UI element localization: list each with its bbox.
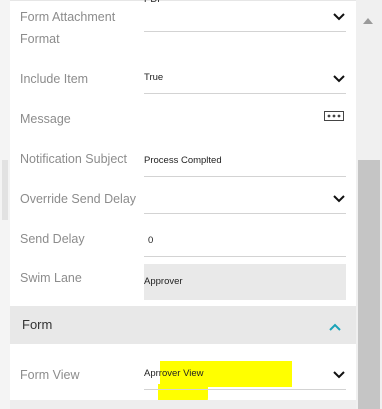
override-send-delay-dropdown[interactable] [144, 182, 346, 214]
left-strip [0, 0, 10, 409]
form-view-dropdown[interactable]: Aprrover View [144, 358, 346, 390]
include-item-dropdown[interactable]: True [144, 62, 346, 94]
chevron-up-icon[interactable] [328, 319, 342, 331]
form-attachment-format-label-line1: Form Attachment [20, 10, 116, 24]
swim-lane-value: Approver [144, 276, 183, 287]
form-attachment-format-label-line2: Format [20, 32, 60, 46]
swim-lane-label: Swim Lane [20, 271, 82, 285]
more-icon[interactable] [324, 110, 344, 122]
chevron-down-icon[interactable] [332, 12, 346, 22]
swim-lane-field: Approver [144, 264, 346, 300]
scroll-up-arrow-icon[interactable] [362, 12, 374, 24]
send-delay-label: Send Delay [20, 232, 85, 246]
panel-bottom-band [10, 400, 356, 409]
properties-panel: Form Attachment Format PDF Include Item … [10, 0, 356, 409]
send-delay-value: 0 [148, 235, 154, 246]
notification-subject-input[interactable]: Process Complted [144, 145, 346, 177]
form-attachment-format-value: PDF [144, 0, 163, 15]
include-item-value: True [144, 72, 164, 83]
notification-subject-label: Notification Subject [20, 152, 128, 166]
chevron-down-icon[interactable] [332, 74, 346, 84]
chevron-down-icon[interactable] [332, 370, 346, 380]
message-label: Message [20, 112, 71, 126]
form-section-header[interactable]: Form [10, 306, 356, 344]
form-section-title: Form [22, 317, 53, 332]
chevron-down-icon[interactable] [332, 194, 346, 204]
form-view-value: Aprrover View [144, 368, 204, 379]
scrollbar-thumb[interactable] [358, 160, 380, 409]
form-attachment-format-dropdown[interactable]: PDF [144, 0, 346, 32]
override-send-delay-label: Override Send Delay [20, 192, 137, 206]
notification-subject-value: Process Complted [144, 155, 222, 166]
left-strip-mark [2, 160, 8, 220]
include-item-label: Include Item [20, 72, 89, 86]
send-delay-input[interactable]: 0 [144, 225, 346, 257]
form-view-label: Form View [20, 368, 80, 382]
